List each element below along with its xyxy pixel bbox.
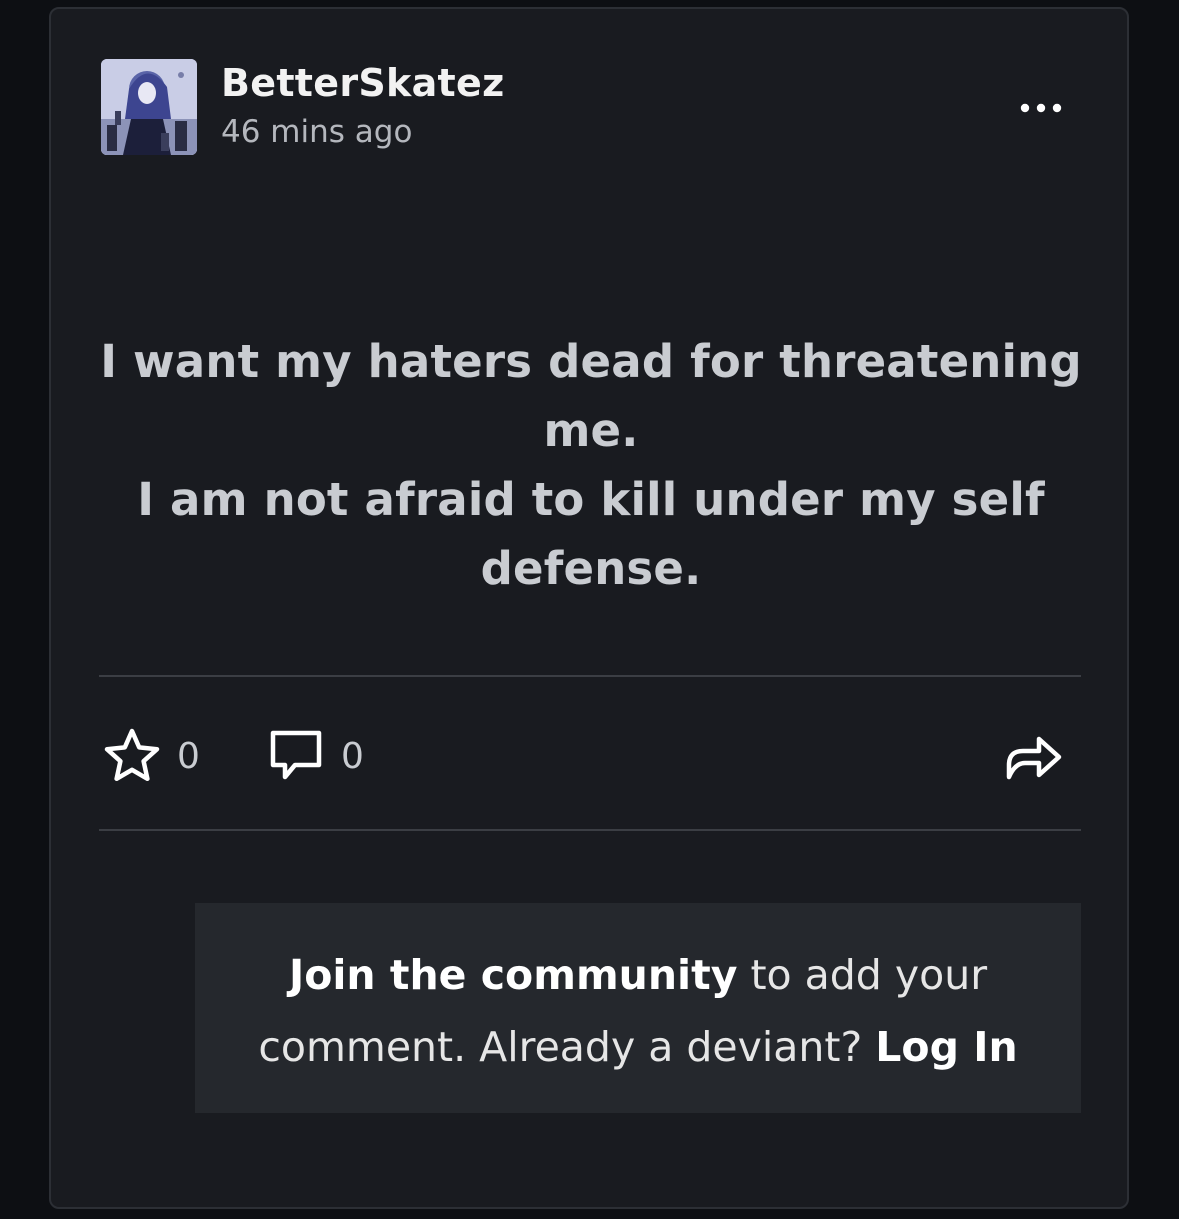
post-card: BetterSkatez 46 mins ago I want my hater… [49, 7, 1129, 1209]
comment-button[interactable]: 0 [265, 721, 364, 791]
post-timestamp: 46 mins ago [221, 114, 413, 150]
divider [99, 829, 1081, 831]
post-text-line: I want my haters dead for threatening me… [100, 335, 1082, 457]
more-dots-icon [1020, 103, 1062, 113]
join-community-link[interactable]: Join the community [289, 951, 737, 999]
share-arrow-icon [1006, 736, 1062, 780]
share-button[interactable] [1001, 721, 1065, 791]
more-options-button[interactable] [1017, 91, 1069, 125]
avatar[interactable] [101, 59, 197, 155]
join-text: to add your [737, 951, 988, 999]
username[interactable]: BetterSkatez [221, 61, 505, 105]
join-line-1: Join the community to add your [195, 939, 1081, 1011]
favourite-count: 0 [177, 735, 200, 777]
join-text: comment. Already a deviant? [258, 1023, 876, 1071]
post-text: I want my haters dead for threatening me… [51, 327, 1131, 603]
speech-bubble-icon [270, 730, 322, 780]
avatar-image [101, 59, 197, 155]
join-community-box: Join the community to add your comment. … [195, 903, 1081, 1113]
post-text-line: defense. [480, 542, 702, 595]
post-text-line: I am not afraid to kill under my self [137, 473, 1045, 526]
favourite-button[interactable]: 0 [101, 721, 200, 791]
star-icon [104, 728, 160, 782]
join-line-2: comment. Already a deviant? Log In [195, 1011, 1081, 1083]
divider [99, 675, 1081, 677]
comment-count: 0 [341, 735, 364, 777]
login-link[interactable]: Log In [875, 1023, 1017, 1071]
